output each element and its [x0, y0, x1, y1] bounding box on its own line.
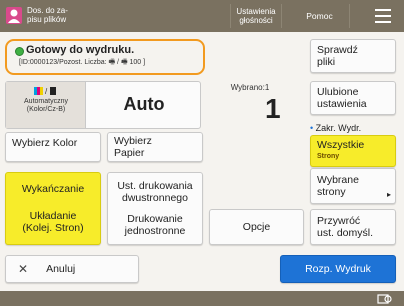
range-bullet-icon: •	[310, 123, 314, 133]
user-label-line1: Dos. do za-	[27, 6, 68, 15]
start-print-label: Rozp. Wydruk	[305, 263, 371, 275]
check-files-line1: Sprawdź	[317, 44, 358, 56]
finishing-button[interactable]: Wykańczanie Układanie (Kolej. Stron)	[5, 172, 101, 245]
restore-line2: ust. domyśl.	[317, 227, 374, 239]
bottom-status-bar	[0, 291, 404, 306]
color-bw-icon: /	[34, 87, 56, 95]
options-button[interactable]: Opcje	[209, 209, 304, 245]
svg-text:/: /	[45, 87, 48, 95]
all-pages-button[interactable]: Wszystkie Strony	[310, 135, 396, 167]
copies-label: Wybrano:1	[230, 83, 270, 92]
status-message: Gotowy do wydruku. [ID:0000123/Pozost. L…	[5, 39, 205, 75]
check-files-line2: pliki	[317, 56, 336, 68]
cancel-button[interactable]: ✕ Anuluj	[5, 255, 139, 283]
color-mode-value: Auto	[123, 94, 165, 114]
cancel-label: Anuluj	[46, 263, 76, 275]
close-icon: ✕	[18, 262, 29, 276]
finishing-label: Wykańczanie	[21, 182, 85, 195]
copies-display: Wybrano:1 1	[205, 81, 295, 161]
duplex-line1: Ust. drukowania	[117, 179, 193, 192]
selected-pages-button[interactable]: Wybrane strony ▸	[310, 168, 396, 204]
check-files-button[interactable]: Sprawdź pliki	[310, 39, 396, 73]
restore-defaults-button[interactable]: Przywróć ust. domyśl.	[310, 209, 396, 245]
settings-label-line1: Ustawienia	[236, 7, 276, 16]
menu-icon[interactable]	[372, 6, 394, 26]
status-monitor-icon[interactable]	[377, 293, 393, 305]
start-print-button[interactable]: Rozp. Wydruk	[280, 255, 396, 283]
all-pages-label: Wszystkie	[317, 139, 365, 151]
volume-settings-button[interactable]: Ustawienia głośności	[230, 4, 282, 28]
print-range-label: • Zakr. Wydr.	[310, 123, 361, 133]
favorites-line1: Ulubione	[317, 86, 359, 98]
status-detail: [ID:0000123/Pozost. Liczba: 🖷 / 🖷 100 ]	[19, 59, 146, 66]
chevron-right-icon: ▸	[386, 190, 391, 199]
options-label: Opcje	[242, 221, 271, 233]
finishing-sub-line2: (Kolej. Stron)	[22, 222, 84, 235]
color-mode-indicator: / Automatyczny (Kolor/Cz-B)	[6, 82, 86, 128]
duplex-line2: dwustronnego	[122, 191, 188, 204]
selected-pages-label: Wybrane strony	[317, 174, 359, 198]
settings-label-line2: głośności	[239, 16, 273, 25]
user-label-line2: pisu plików	[27, 15, 67, 24]
select-paper-line2: Papier	[114, 147, 145, 159]
all-pages-sub: Strony	[317, 153, 340, 160]
ready-status-icon	[15, 47, 24, 56]
favorites-line2: ustawienia	[317, 98, 367, 110]
color-mode-sub-line2: (Kolor/Cz-B)	[26, 106, 66, 113]
help-button[interactable]: Pomoc	[290, 4, 350, 28]
color-mode-sub-line1: Automatyczny	[24, 98, 68, 105]
select-color-button[interactable]: Wybierz Kolor	[5, 132, 101, 162]
status-title: Gotowy do wydruku.	[26, 44, 135, 56]
range-label-text: Zakr. Wydr.	[315, 123, 362, 133]
finishing-sub-line1: Układanie	[29, 210, 77, 223]
select-color-label: Wybierz Kolor	[12, 137, 78, 149]
select-paper-button[interactable]: Wybierz Papier	[107, 132, 203, 162]
favorite-settings-button[interactable]: Ulubione ustawienia	[310, 81, 396, 115]
duplex-sub-line2: jednostronne	[124, 225, 186, 238]
copies-value: 1	[265, 93, 281, 124]
color-mode-panel[interactable]: / Automatyczny (Kolor/Cz-B) Auto	[5, 81, 201, 129]
user-login-label[interactable]: Dos. do za- pisu plików	[27, 6, 68, 24]
duplex-settings-button[interactable]: Ust. drukowania dwustronnego Drukowanie …	[107, 172, 203, 245]
select-paper-line1: Wybierz	[114, 135, 152, 147]
duplex-sub-line1: Drukowanie	[127, 213, 183, 226]
user-icon[interactable]	[6, 7, 22, 24]
restore-line1: Przywróć	[317, 215, 361, 227]
